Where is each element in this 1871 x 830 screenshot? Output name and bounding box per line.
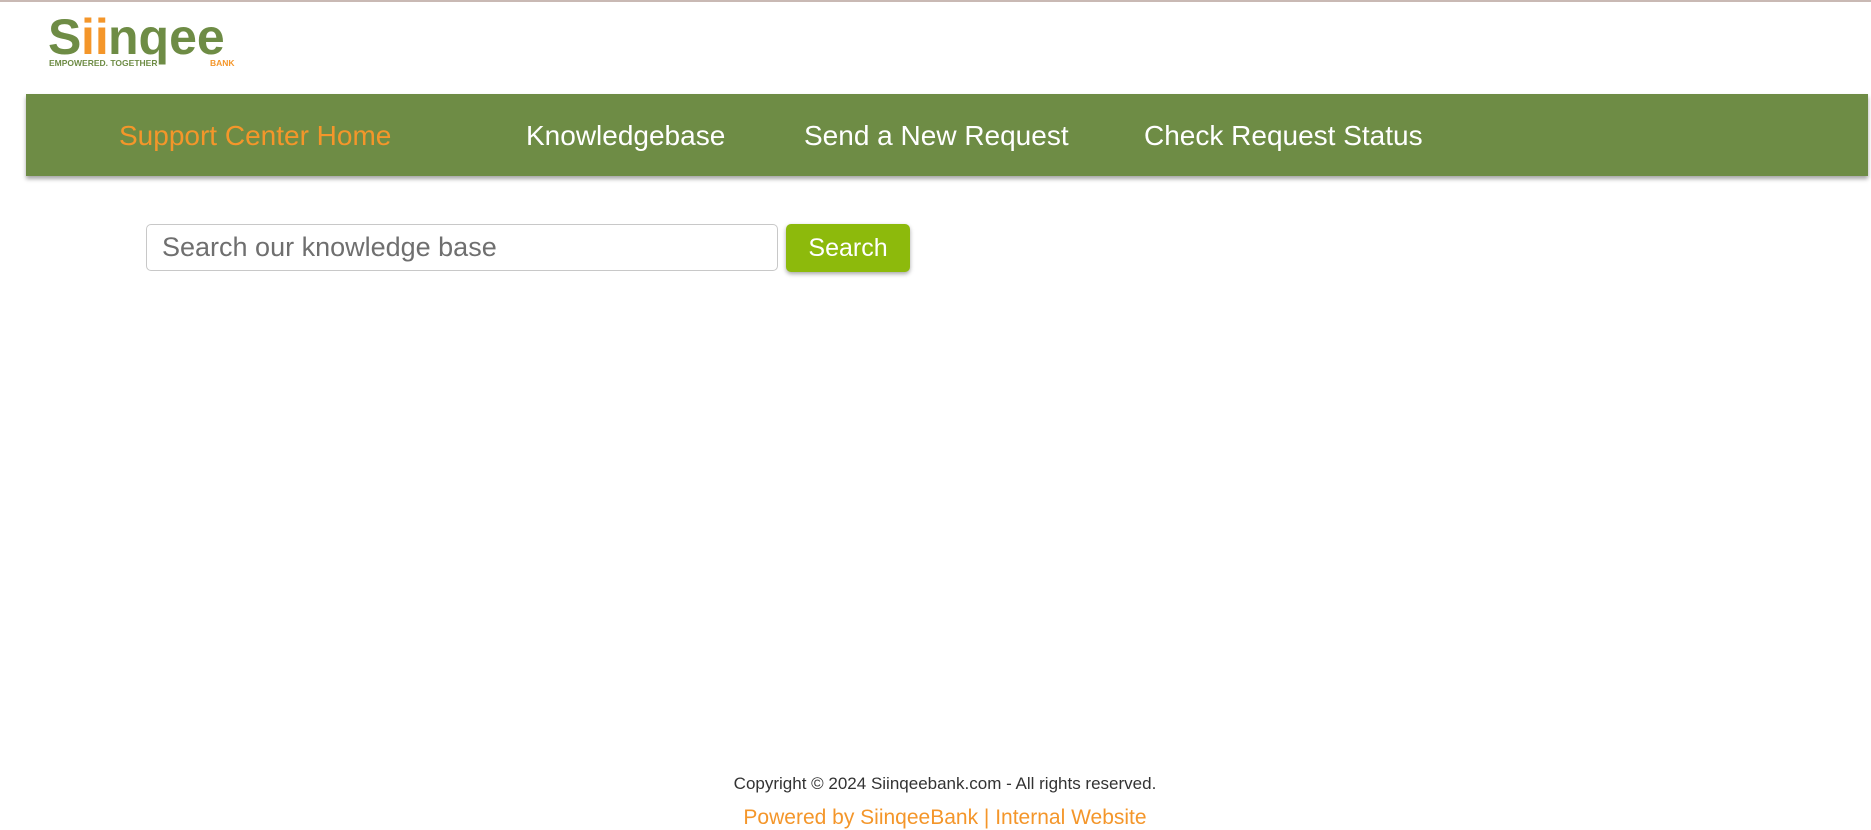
footer-copyright: Copyright © 2024 Siinqeebank.com - All r… xyxy=(733,774,1157,793)
nav-knowledgebase[interactable]: Knowledgebase xyxy=(526,94,725,176)
footer-separator: | xyxy=(978,806,996,829)
logo-tagline: EMPOWERED. TOGETHER xyxy=(49,58,157,68)
nav-check-request-status[interactable]: Check Request Status xyxy=(1144,94,1423,176)
svg-text:nqee: nqee xyxy=(108,9,225,65)
svg-text:ii: ii xyxy=(81,9,109,65)
logo-suffix: BANK xyxy=(210,58,235,68)
svg-text:S: S xyxy=(48,9,81,65)
internal-website-link[interactable]: Internal Website xyxy=(995,806,1146,829)
footer-powered-by: Powered by SiinqeeBank | Internal Websit… xyxy=(0,806,1871,830)
top-border xyxy=(0,0,1871,2)
logo-image: S ii nqee EMPOWERED. TOGETHER BANK xyxy=(48,9,235,68)
nav-support-center-home[interactable]: Support Center Home xyxy=(119,94,391,176)
siinqee-bank-logo[interactable]: S ii nqee EMPOWERED. TOGETHER BANK xyxy=(48,8,238,72)
powered-by-link[interactable]: Powered by SiinqeeBank xyxy=(743,806,978,829)
main-navigation: Support Center Home Knowledgebase Send a… xyxy=(26,94,1868,176)
knowledge-base-search-input[interactable] xyxy=(146,224,778,271)
search-button[interactable]: Search xyxy=(786,224,910,272)
nav-send-new-request[interactable]: Send a New Request xyxy=(804,94,1069,176)
